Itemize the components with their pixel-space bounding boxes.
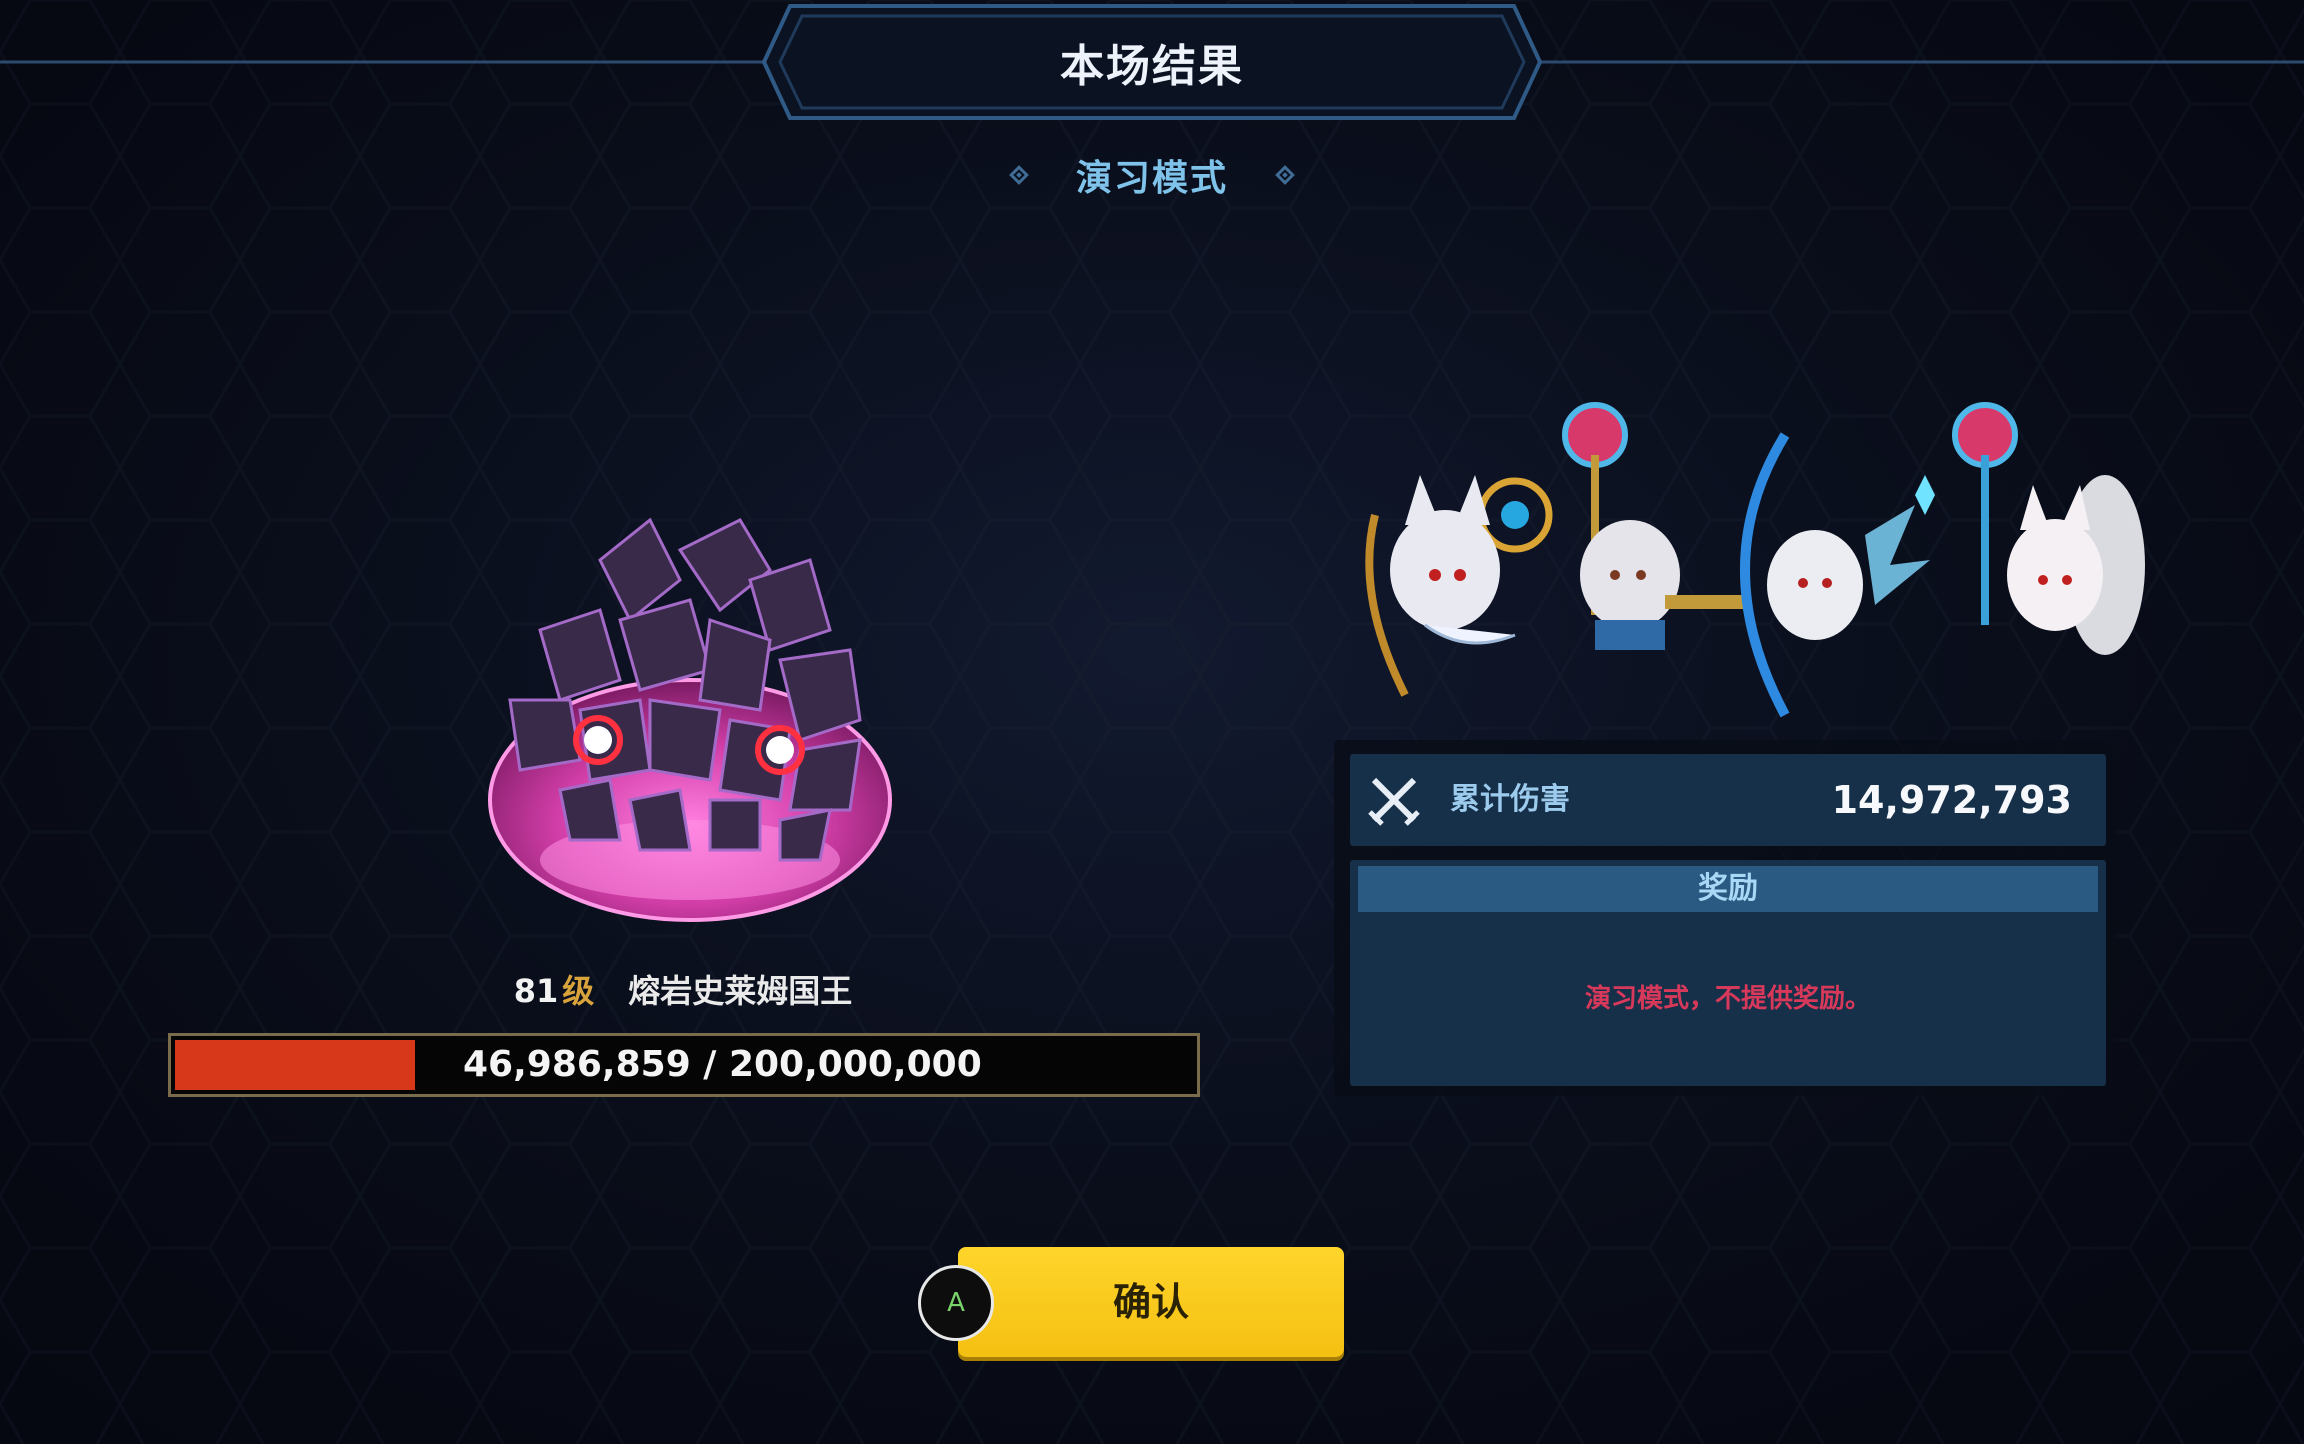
reward-header: 奖励 — [1358, 866, 2098, 912]
mode-subtitle: 演习模式 — [0, 150, 2304, 200]
gamepad-a-button-icon: A — [918, 1265, 994, 1341]
boss-level-unit: 级 — [562, 972, 595, 1010]
confirm-button[interactable]: 确认 — [958, 1247, 1344, 1357]
boss-info: 81 级熔岩史莱姆国王 — [168, 966, 1198, 1012]
total-damage-row: 累计伤害 14,972,793 — [1350, 754, 2106, 846]
diamond-ornament-icon — [1009, 165, 1029, 185]
crossed-swords-icon — [1368, 777, 1420, 826]
total-damage-value: 14,972,793 — [1831, 778, 2072, 822]
nine-tailed-fox-mage-icon — [1952, 402, 2145, 655]
winged-bow-knight-icon — [1740, 432, 1935, 718]
mode-label: 演习模式 — [1075, 158, 1228, 199]
boss-hp-fill — [175, 1040, 415, 1090]
boss-hp-text: 46,986,859 / 200,000,000 — [463, 1044, 982, 1085]
boss-level: 81 — [513, 972, 559, 1010]
page-title: 本场结果 — [1060, 41, 1244, 92]
total-damage-label: 累计伤害 — [1450, 782, 1570, 817]
fox-eared-archer-heroine-icon — [1365, 475, 1553, 697]
battle-result-panel: 累计伤害 14,972,793 奖励 演习模式，不提供奖励。 — [1334, 740, 2118, 1096]
boss-hp-bar: 46,986,859 / 200,000,000 — [168, 1033, 1200, 1097]
diamond-ornament-icon — [1275, 165, 1295, 185]
lava-slime-king-boss-icon — [488, 517, 892, 922]
no-reward-notice: 演习模式，不提供奖励。 — [1584, 984, 1871, 1014]
party-roster — [1365, 402, 2145, 718]
boss-name: 熔岩史莱姆国王 — [628, 972, 853, 1010]
reward-section: 奖励 演习模式，不提供奖励。 — [1350, 860, 2106, 1086]
white-haired-staff-mage-icon — [1562, 402, 1745, 650]
